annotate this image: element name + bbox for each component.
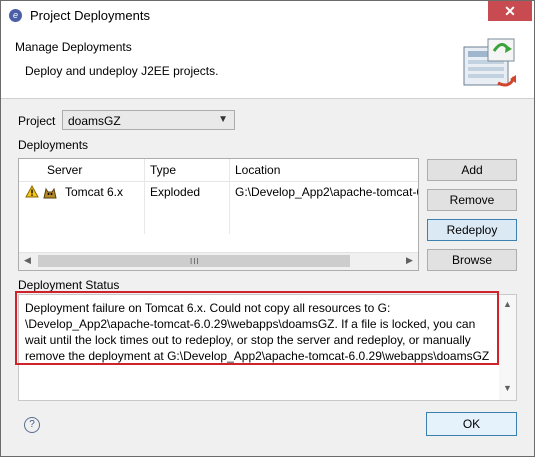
deploy-banner-icon (463, 38, 516, 87)
table-row[interactable]: Tomcat 6.x Exploded G:\Develop_App2\apac… (19, 182, 418, 202)
title-bar: e Project Deployments ✕ (1, 1, 534, 30)
tomcat-icon (43, 187, 57, 199)
type-cell: Exploded (150, 185, 201, 199)
warning-icon (25, 185, 39, 198)
header-title: Manage Deployments (15, 40, 132, 54)
window-title: Project Deployments (30, 8, 150, 23)
scroll-up-icon[interactable]: ▲ (503, 299, 512, 309)
ok-button[interactable]: OK (426, 412, 517, 436)
column-header-location[interactable]: Location (235, 163, 280, 177)
eclipse-icon: e (9, 9, 22, 22)
project-label: Project (18, 114, 56, 128)
location-cell: G:\Develop_App2\apache-tomcat-6 (235, 185, 419, 199)
deployments-label: Deployments (18, 138, 89, 152)
browse-button[interactable]: Browse (427, 249, 517, 271)
scroll-down-icon[interactable]: ▼ (503, 383, 512, 393)
project-deployments-dialog: e Project Deployments ✕ Manage Deploymen… (0, 0, 535, 457)
redeploy-button[interactable]: Redeploy (427, 219, 517, 241)
error-highlight-box (15, 291, 499, 365)
deployments-table: Server Type Location Tomcat 6.x Exploded… (18, 158, 419, 271)
close-button[interactable]: ✕ (488, 1, 532, 21)
grip-icon: III (190, 257, 200, 266)
scroll-right-icon[interactable]: ▶ (406, 255, 413, 266)
scroll-left-icon[interactable]: ◀ (24, 255, 31, 266)
server-cell: Tomcat 6.x (65, 185, 124, 199)
horizontal-scrollbar[interactable]: ◀ III ▶ (19, 252, 418, 270)
column-header-type[interactable]: Type (150, 163, 176, 177)
table-header: Server Type Location (19, 159, 418, 182)
chevron-down-icon: ▼ (218, 114, 228, 125)
project-select[interactable]: doamsGZ ▼ (62, 110, 235, 130)
help-icon[interactable]: ? (24, 417, 40, 433)
add-button[interactable]: Add (427, 159, 517, 181)
scrollbar-thumb[interactable]: III (38, 255, 350, 267)
column-header-server[interactable]: Server (47, 163, 82, 177)
project-select-value: doamsGZ (68, 114, 121, 128)
header-description: Deploy and undeploy J2EE projects. (25, 64, 219, 78)
remove-button[interactable]: Remove (427, 189, 517, 211)
deployment-status-label: Deployment Status (18, 278, 120, 292)
dialog-header: Manage Deployments Deploy and undeploy J… (1, 30, 534, 99)
vertical-scrollbar[interactable]: ▲ ▼ (499, 295, 516, 400)
